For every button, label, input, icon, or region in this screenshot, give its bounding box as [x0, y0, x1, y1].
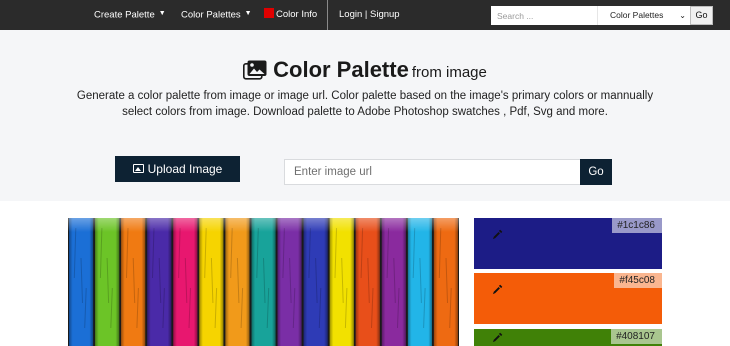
image-preview[interactable]	[68, 218, 459, 346]
swatch-hex-label: #f45c08	[614, 273, 662, 288]
upload-image-button[interactable]: Upload Image	[115, 156, 240, 182]
nav-create-palette[interactable]: Create Palette ▼	[94, 0, 166, 30]
palette-swatch[interactable]: #1c1c86	[474, 218, 662, 269]
hero-section: Color Palette from image Generate a color…	[0, 30, 730, 201]
nav-color-info[interactable]: Color Info	[264, 0, 317, 30]
plank-shading	[95, 218, 120, 346]
nav-color-info-label: Color Info	[276, 9, 318, 20]
plank-shading	[199, 218, 224, 346]
nav-divider	[327, 0, 328, 30]
plank-shading	[147, 218, 172, 346]
nav-color-palettes[interactable]: Color Palettes ▼	[181, 0, 252, 30]
plank-shading	[433, 218, 458, 346]
page-title-main: Color Palette	[273, 57, 409, 82]
upload-image-label: Upload Image	[147, 162, 223, 176]
plank-shading	[69, 218, 94, 346]
eyedropper-icon[interactable]	[492, 332, 503, 343]
page-title-sub: from image	[411, 64, 487, 81]
preview-image-planks[interactable]	[68, 218, 459, 346]
plank-shading	[355, 218, 380, 346]
plank-shading	[173, 218, 198, 346]
plank-shading	[329, 218, 354, 346]
plank-shading	[251, 218, 276, 346]
chevron-down-icon: ⌄	[679, 11, 686, 20]
plank-shading	[381, 218, 406, 346]
image-url-input[interactable]	[284, 159, 580, 185]
eyedropper-icon[interactable]	[492, 284, 503, 295]
top-navbar: Create Palette ▼ Color Palettes ▼ Color In…	[0, 0, 730, 30]
page-description: Generate a color palette from image or i…	[76, 90, 654, 118]
search-type-selected-value: Color Palettes	[610, 10, 664, 20]
palette-swatch[interactable]: #f45c08	[474, 273, 662, 324]
chevron-down-icon: ▼	[158, 10, 166, 17]
plank-shading	[225, 218, 250, 346]
plank-shading	[303, 218, 328, 346]
image-icon	[132, 164, 144, 174]
search-go-button[interactable]: Go	[690, 6, 713, 25]
search-input[interactable]	[491, 6, 597, 25]
color-square-icon	[264, 8, 274, 19]
images-icon	[243, 60, 267, 80]
nav-login-signup[interactable]: Login | Signup	[339, 0, 400, 30]
palette-swatch[interactable]: #408107	[474, 329, 662, 346]
swatch-hex-label: #408107	[611, 329, 662, 344]
plank-shading	[407, 218, 432, 346]
nav-create-palette-label: Create Palette	[94, 9, 155, 21]
nav-color-palettes-label: Color Palettes	[181, 9, 241, 21]
plank-shading	[277, 218, 302, 346]
swatch-hex-label: #1c1c86	[612, 218, 662, 233]
plank-shading	[121, 218, 146, 346]
chevron-down-icon: ▼	[244, 10, 252, 17]
page-title: Color Palette from image	[0, 57, 730, 83]
eyedropper-icon[interactable]	[492, 229, 503, 240]
image-url-go-button[interactable]: Go	[580, 159, 612, 185]
search-type-select[interactable]: Color Palettes ⌄	[597, 6, 690, 25]
